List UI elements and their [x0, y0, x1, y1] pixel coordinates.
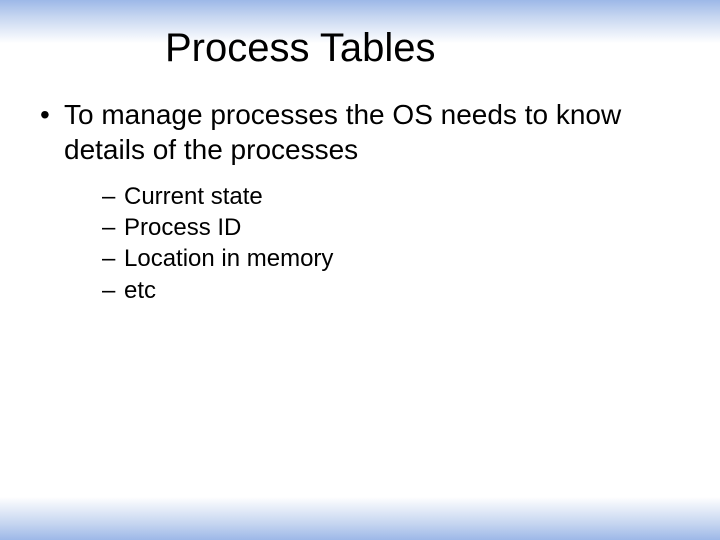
content-area: • To manage processes the OS needs to kn…	[0, 71, 720, 306]
dash-icon: –	[102, 275, 124, 306]
bullet-marker: •	[36, 97, 64, 132]
slide-title: Process Tables	[0, 0, 720, 71]
main-bullet: • To manage processes the OS needs to kn…	[36, 97, 720, 167]
list-item: – Process ID	[102, 212, 720, 243]
sub-item-text: Location in memory	[124, 243, 333, 274]
sub-item-text: Current state	[124, 181, 263, 212]
sub-list: – Current state – Process ID – Location …	[36, 167, 720, 306]
dash-icon: –	[102, 212, 124, 243]
dash-icon: –	[102, 181, 124, 212]
dash-icon: –	[102, 243, 124, 274]
bullet-text: To manage processes the OS needs to know…	[64, 97, 720, 167]
sub-item-text: etc	[124, 275, 156, 306]
list-item: – Current state	[102, 181, 720, 212]
sub-item-text: Process ID	[124, 212, 241, 243]
list-item: – etc	[102, 275, 720, 306]
list-item: – Location in memory	[102, 243, 720, 274]
